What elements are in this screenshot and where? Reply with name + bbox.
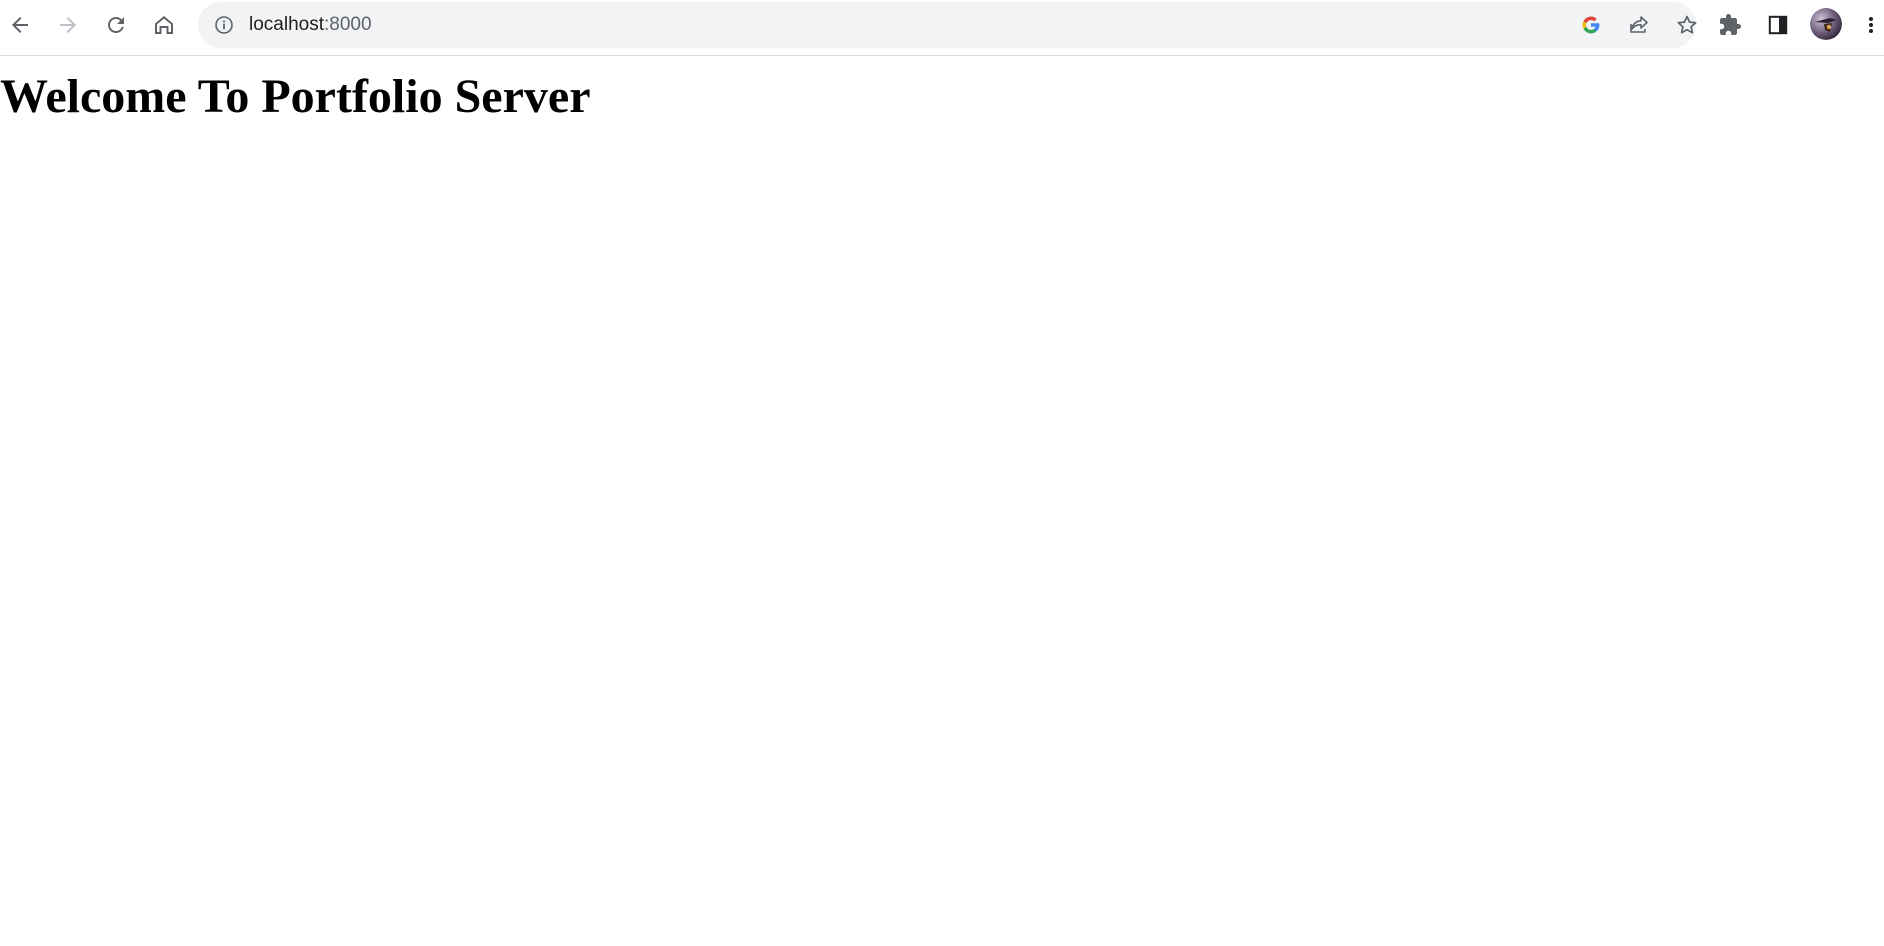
share-icon [1630, 16, 1648, 33]
url-text[interactable]: localhost:8000 [249, 2, 372, 48]
profile-avatar-icon [1810, 8, 1842, 40]
home-button[interactable] [144, 8, 184, 42]
reload-button[interactable] [96, 8, 136, 42]
arrow-right-icon [60, 17, 76, 33]
arrow-left-icon [12, 17, 28, 33]
address-bar[interactable]: localhost:8000 [198, 2, 1697, 48]
back-button[interactable] [0, 8, 40, 42]
side-panel-icon [1768, 15, 1788, 35]
url-host: localhost [249, 14, 324, 35]
puzzle-icon [1720, 14, 1741, 35]
side-panel-button[interactable] [1758, 8, 1798, 42]
google-lens-button[interactable] [1574, 9, 1608, 41]
avatar[interactable] [1810, 8, 1842, 40]
star-icon [1677, 15, 1697, 34]
site-info-button[interactable] [214, 15, 234, 35]
info-icon [215, 16, 233, 34]
bookmark-button[interactable] [1670, 9, 1704, 41]
home-icon [155, 16, 173, 34]
reload-icon [108, 17, 124, 33]
page-content: Welcome To Portfolio Server [0, 57, 1884, 946]
forward-button[interactable] [48, 8, 88, 42]
share-button[interactable] [1622, 9, 1656, 41]
browser-toolbar: localhost:8000 [0, 0, 1884, 56]
extensions-button[interactable] [1710, 8, 1750, 42]
url-port: :8000 [324, 14, 372, 35]
page-title: Welcome To Portfolio Server [0, 70, 591, 123]
menu-button[interactable] [1858, 8, 1884, 42]
kebab-menu-icon [1869, 17, 1873, 33]
google-icon [1582, 16, 1600, 34]
